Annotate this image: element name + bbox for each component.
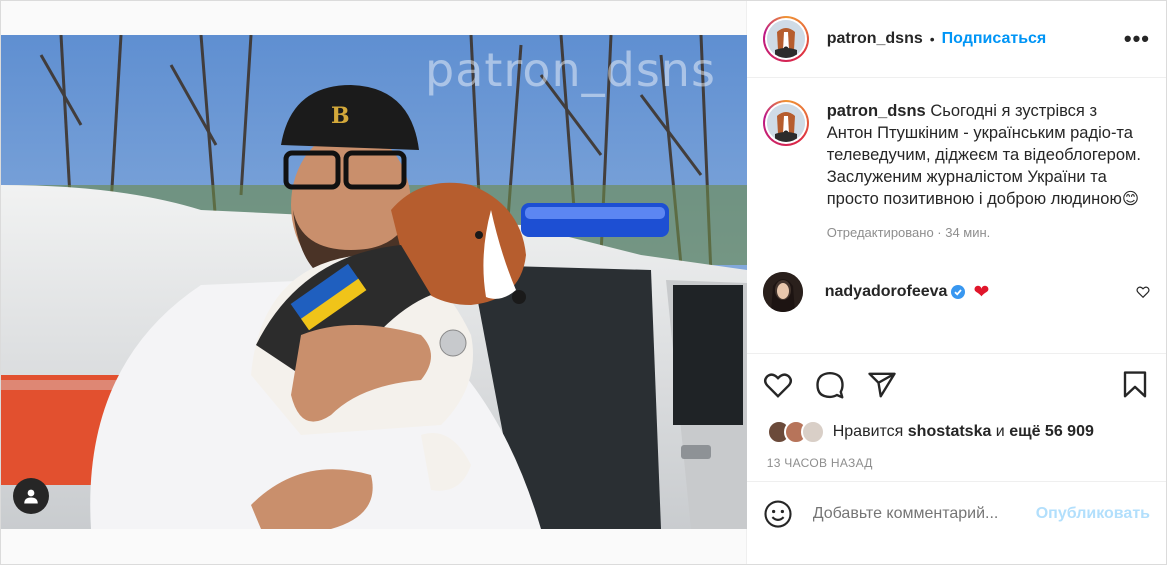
action-bar	[747, 354, 1166, 416]
likes-count[interactable]: ещё 56 909	[1009, 423, 1094, 440]
post-side-panel: patron_dsns • Подписаться ••• patron_dsn…	[746, 1, 1166, 564]
caption-meta: Отредактировано · 34 мин.	[826, 225, 991, 240]
small-heart-icon[interactable]	[1136, 285, 1150, 299]
add-comment-bar: Опубликовать	[746, 481, 1166, 545]
likes-user[interactable]: shostatska	[908, 423, 992, 440]
heart-icon[interactable]	[763, 370, 793, 400]
post-photo[interactable]: B	[1, 35, 747, 529]
photo-watermark: patron_dsns	[425, 43, 716, 97]
comments-section: patron_dsns Сьогодні я зустрівся з Антон…	[746, 78, 1166, 354]
verified-icon	[951, 285, 966, 299]
post-header: patron_dsns • Подписаться •••	[746, 1, 1166, 78]
post-timestamp[interactable]: 13 ЧАСОВ НАЗАД	[747, 448, 1166, 481]
comment-item: nadyadorofeeva ❤	[762, 272, 1150, 312]
commenter-avatar[interactable]	[762, 272, 803, 312]
likes-text: Нравится shostatska и ещё 56 909	[833, 423, 1094, 441]
smile-icon[interactable]	[763, 499, 793, 529]
dog-avatar-image	[766, 104, 805, 142]
more-options-button[interactable]: •••	[1124, 26, 1150, 52]
instagram-post: B patron_dsns patron_dsns • Подписаться …	[0, 0, 1167, 565]
post-media: B patron_dsns	[1, 1, 747, 564]
follow-button[interactable]: Подписаться	[942, 30, 1047, 48]
photo-image: B	[1, 35, 747, 529]
publish-button[interactable]: Опубликовать	[1036, 505, 1150, 523]
caption-body: patron_dsns Сьогодні я зустрівся з Антон…	[827, 100, 1147, 244]
commenter-avatar-image	[762, 272, 803, 312]
comment-input[interactable]	[812, 504, 1023, 523]
share-icon[interactable]	[867, 370, 897, 400]
likes-summary: Нравится shostatska и ещё 56 909	[747, 416, 1166, 448]
comment-icon[interactable]	[815, 370, 845, 400]
commenter-username[interactable]: nadyadorofeeva	[825, 283, 948, 301]
svg-text:B: B	[331, 103, 350, 129]
caption-avatar[interactable]	[762, 100, 809, 146]
comment-text: ❤	[973, 281, 990, 303]
liker-avatars[interactable]	[766, 420, 825, 444]
liker-avatar	[800, 420, 825, 444]
caption-username[interactable]: patron_dsns	[827, 102, 926, 120]
user-tag-icon	[24, 489, 38, 504]
author-avatar[interactable]	[762, 16, 809, 62]
tagged-users-button[interactable]	[13, 478, 49, 514]
bookmark-icon[interactable]	[1120, 370, 1150, 400]
author-username[interactable]: patron_dsns	[827, 30, 923, 48]
caption: patron_dsns Сьогодні я зустрівся з Антон…	[762, 100, 1150, 244]
dog-avatar-image	[766, 20, 805, 58]
header-separator: •	[929, 31, 935, 47]
likes-mid: и	[991, 423, 1010, 440]
likes-prefix: Нравится	[832, 423, 908, 440]
